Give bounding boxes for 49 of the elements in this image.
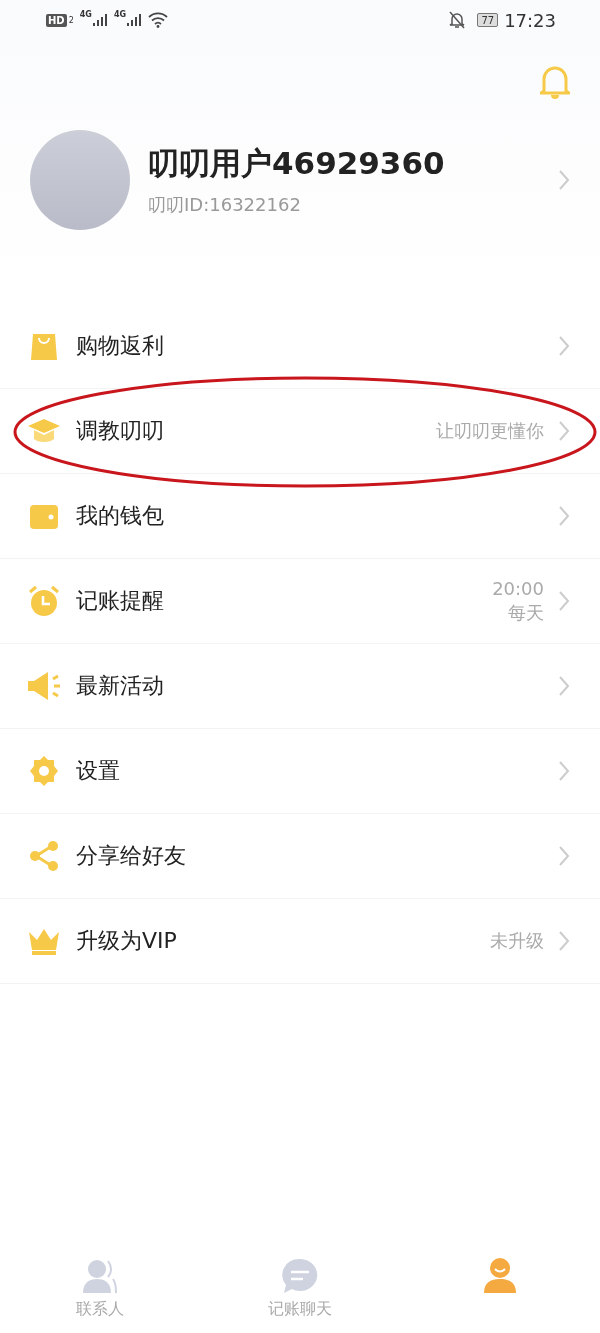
gear-icon: [28, 755, 60, 787]
network-label: 4G: [79, 10, 92, 19]
item-label: 分享给好友: [76, 842, 187, 870]
item-hint: 让叨叨更懂你: [436, 419, 544, 443]
wifi-icon: [148, 12, 169, 28]
item-label: 调教叨叨: [76, 417, 165, 445]
sim-number: 2: [68, 15, 74, 25]
item-label: 升级为VIP: [76, 927, 178, 955]
battery-level: 77: [477, 13, 499, 27]
chevron-right-icon: [558, 845, 570, 867]
menu-item[interactable]: 升级为VIP 未升级: [0, 899, 600, 984]
item-label: 记账提醒: [76, 587, 165, 615]
person-icon[interactable]: [481, 1257, 519, 1295]
chevron-right-icon: [558, 505, 570, 527]
menu-item[interactable]: 分享给好友: [0, 814, 600, 899]
chevron-right-icon: [558, 760, 570, 782]
chevron-right-icon: [558, 169, 570, 191]
menu-item[interactable]: 最新活动: [0, 644, 600, 729]
user-id: 叨叨ID:16322162: [148, 193, 302, 217]
chat-bubble-icon[interactable]: [281, 1257, 319, 1295]
menu-item[interactable]: 调教叨叨 让叨叨更懂你: [0, 389, 600, 474]
share-icon: [28, 840, 60, 872]
chevron-right-icon: [558, 590, 570, 612]
chevron-right-icon: [558, 420, 570, 442]
user-name: 叨叨用户46929360: [148, 144, 446, 183]
clock-time: 17:23: [504, 9, 556, 31]
signal-icon: [126, 13, 143, 27]
chevron-right-icon: [558, 930, 570, 952]
item-label: 我的钱包: [76, 502, 165, 530]
item-label: 设置: [76, 757, 121, 785]
network-label: 4G: [113, 10, 127, 19]
alarm-clock-icon: [27, 584, 61, 618]
item-hint: 20:00: [492, 577, 544, 601]
megaphone-icon: [26, 670, 62, 702]
signal-icon: [91, 13, 108, 27]
menu-item[interactable]: 记账提醒 20:00 每天: [0, 559, 600, 644]
item-label: 最新活动: [76, 672, 165, 700]
chevron-right-icon: [558, 675, 570, 697]
item-label: 购物返利: [76, 332, 165, 360]
item-hint: 未升级: [490, 929, 544, 953]
contacts-icon[interactable]: [80, 1257, 120, 1295]
chevron-right-icon: [558, 335, 570, 357]
bell-icon[interactable]: [540, 64, 570, 100]
menu-item[interactable]: 设置: [0, 729, 600, 814]
bell-off-icon: [449, 11, 466, 29]
menu-item[interactable]: 我的钱包: [0, 474, 600, 559]
menu-item[interactable]: 购物返利: [0, 304, 600, 389]
hd-badge: HD: [46, 13, 67, 27]
item-hint: 每天: [508, 601, 544, 625]
